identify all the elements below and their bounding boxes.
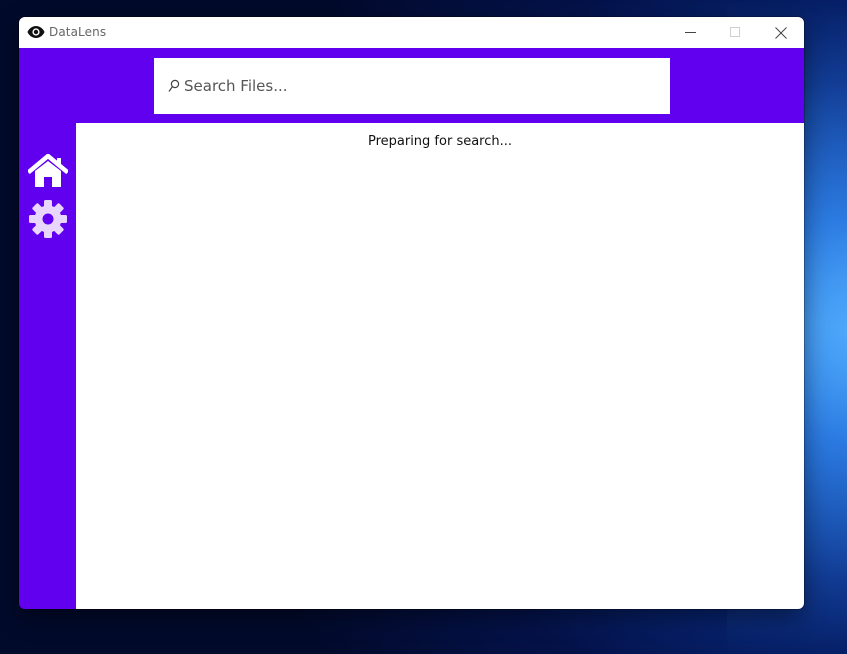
close-icon (775, 26, 787, 39)
home-icon (28, 154, 68, 187)
search-box[interactable] (154, 58, 670, 114)
search-input[interactable] (184, 58, 654, 114)
search-header (19, 48, 804, 123)
minimize-button[interactable] (667, 17, 713, 48)
status-message: Preparing for search... (367, 134, 513, 149)
gear-icon (29, 200, 67, 238)
minimize-icon (684, 32, 696, 33)
main-content: Preparing for search... (76, 123, 804, 609)
sidebar (19, 123, 76, 609)
search-icon (168, 79, 180, 92)
title-bar[interactable]: DataLens (19, 17, 804, 48)
maximize-button[interactable] (712, 17, 758, 48)
window-title: DataLens (49, 25, 107, 39)
app-window: DataLens Search Files... Preparing for s… (19, 17, 804, 609)
sidebar-item-settings[interactable] (27, 199, 69, 239)
close-button[interactable] (758, 17, 804, 48)
sidebar-item-home[interactable] (27, 151, 69, 191)
eye-icon (27, 26, 45, 38)
maximize-icon (729, 27, 740, 37)
